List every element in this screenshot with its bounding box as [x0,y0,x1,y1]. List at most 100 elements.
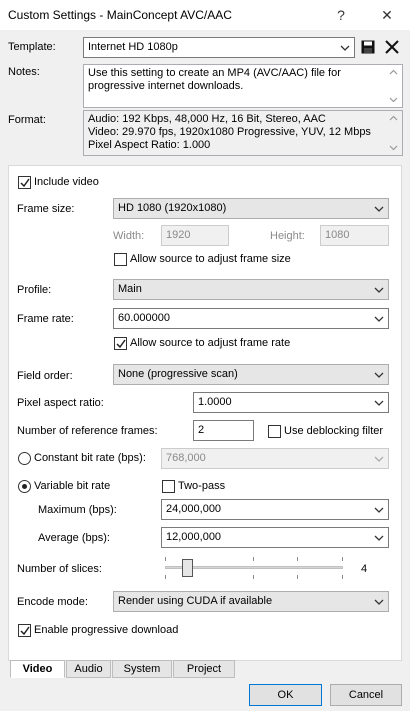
pixel-aspect-combo[interactable]: 1.0000 [193,392,389,413]
deblocking-label: Use deblocking filter [284,425,384,437]
slices-slider[interactable] [165,556,343,582]
pixel-aspect-value: 1.0000 [198,396,232,408]
checkmark-icon [20,178,30,188]
height-label: Height: [270,230,305,242]
average-value: 12,000,000 [166,531,222,543]
window-title: Custom Settings - MainConcept AVC/AAC [8,8,232,22]
slider-tick [253,575,254,579]
maximum-value: 24,000,000 [166,503,222,515]
ref-frames-label: Number of reference frames: [17,425,158,437]
height-input[interactable]: 1080 [320,225,389,246]
save-template-icon[interactable] [361,40,375,54]
slider-thumb[interactable] [182,559,193,577]
slider-tick [342,575,343,579]
vbr-radio[interactable] [18,480,31,493]
slider-tick [342,557,343,561]
format-label: Format: [8,114,46,126]
chevron-down-icon [374,372,384,378]
two-pass-checkbox[interactable] [162,480,175,493]
help-button[interactable]: ? [318,0,364,30]
allow-frame-rate-checkbox[interactable] [114,337,127,350]
cbr-value: 768,000 [166,452,206,464]
tab-system[interactable]: System [112,660,172,678]
cbr-radio[interactable] [18,452,31,465]
allow-frame-rate-label: Allow source to adjust frame rate [130,337,291,349]
notes-scrollbar[interactable] [385,65,402,107]
scroll-down-icon [389,97,398,103]
chevron-down-icon [374,206,384,212]
chevron-down-icon [374,507,384,513]
chevron-down-icon [340,45,350,51]
field-order-value: None (progressive scan) [118,368,238,380]
frame-size-label: Frame size: [17,203,75,215]
profile-label: Profile: [17,284,52,296]
slider-tick [165,557,166,561]
close-button[interactable]: ✕ [364,0,410,30]
chevron-down-icon [374,287,384,293]
slices-label: Number of slices: [17,563,102,575]
maximum-label: Maximum (bps): [38,504,117,516]
include-video-label: Include video [34,176,99,188]
chevron-down-icon [374,316,384,322]
vbr-label: Variable bit rate [34,480,111,492]
chevron-down-icon [374,456,384,462]
format-line: Pixel Aspect Ratio: 1.000 [88,139,211,151]
tab-project[interactable]: Project [173,660,235,678]
notes-label: Notes: [8,66,40,78]
deblocking-checkbox[interactable] [268,425,281,438]
width-label: Width: [113,230,145,242]
checkmark-icon [20,626,30,636]
slider-tick [297,557,298,561]
progressive-download-checkbox[interactable] [18,624,31,637]
allow-frame-size-label: Allow source to adjust frame size [130,253,291,265]
frame-rate-combo[interactable]: 60.000000 [113,308,389,329]
maximum-combo[interactable]: 24,000,000 [161,499,389,520]
pixel-aspect-label: Pixel aspect ratio: [17,397,104,409]
format-textarea: Audio: 192 Kbps, 48,000 Hz, 16 Bit, Ster… [83,110,403,156]
slider-tick [297,575,298,579]
tab-audio[interactable]: Audio [66,660,111,678]
delete-template-icon[interactable] [385,40,399,54]
two-pass-label: Two-pass [178,480,226,492]
scroll-up-icon [389,115,398,121]
ref-frames-input[interactable]: 2 [193,420,254,441]
notes-textarea[interactable]: Use this setting to create an MP4 (AVC/A… [83,64,403,108]
slider-tick [253,557,254,561]
format-scrollbar[interactable] [385,111,402,155]
ok-button[interactable]: OK [249,684,322,706]
profile-dropdown[interactable]: Main [113,279,389,300]
slices-value: 4 [361,563,368,575]
encode-mode-dropdown[interactable]: Render using CUDA if available [113,591,389,612]
template-value: Internet HD 1080p [88,41,178,53]
average-label: Average (bps): [38,532,110,544]
cbr-label: Constant bit rate (bps): [34,452,146,464]
width-input[interactable]: 1920 [161,225,229,246]
chevron-down-icon [374,599,384,605]
encode-mode-value: Render using CUDA if available [118,595,273,607]
scroll-down-icon [389,145,398,151]
include-video-checkbox[interactable] [18,176,31,189]
template-dropdown[interactable]: Internet HD 1080p [83,37,355,58]
cancel-button[interactable]: Cancel [330,684,402,706]
allow-frame-size-checkbox[interactable] [114,253,127,266]
checkmark-icon [116,339,126,349]
frame-size-dropdown[interactable]: HD 1080 (1920x1080) [113,198,389,219]
profile-value: Main [118,283,142,295]
field-order-label: Field order: [17,370,73,382]
frame-rate-label: Frame rate: [17,313,74,325]
notes-text: Use this setting to create an MP4 (AVC/A… [88,67,341,92]
average-combo[interactable]: 12,000,000 [161,527,389,548]
slider-tick [165,575,166,579]
format-line: Video: 29.970 fps, 1920x1080 Progressive… [88,126,371,138]
field-order-dropdown[interactable]: None (progressive scan) [113,364,389,385]
frame-size-value: HD 1080 (1920x1080) [118,202,227,214]
encode-mode-label: Encode mode: [17,596,88,608]
chevron-down-icon [374,535,384,541]
tab-video[interactable]: Video [10,660,65,678]
frame-rate-value: 60.000000 [118,312,170,324]
progressive-download-label: Enable progressive download [34,624,179,636]
cbr-combo[interactable]: 768,000 [161,448,389,469]
chevron-down-icon [374,400,384,406]
format-line: Audio: 192 Kbps, 48,000 Hz, 16 Bit, Ster… [88,113,326,125]
scroll-up-icon [389,69,398,75]
